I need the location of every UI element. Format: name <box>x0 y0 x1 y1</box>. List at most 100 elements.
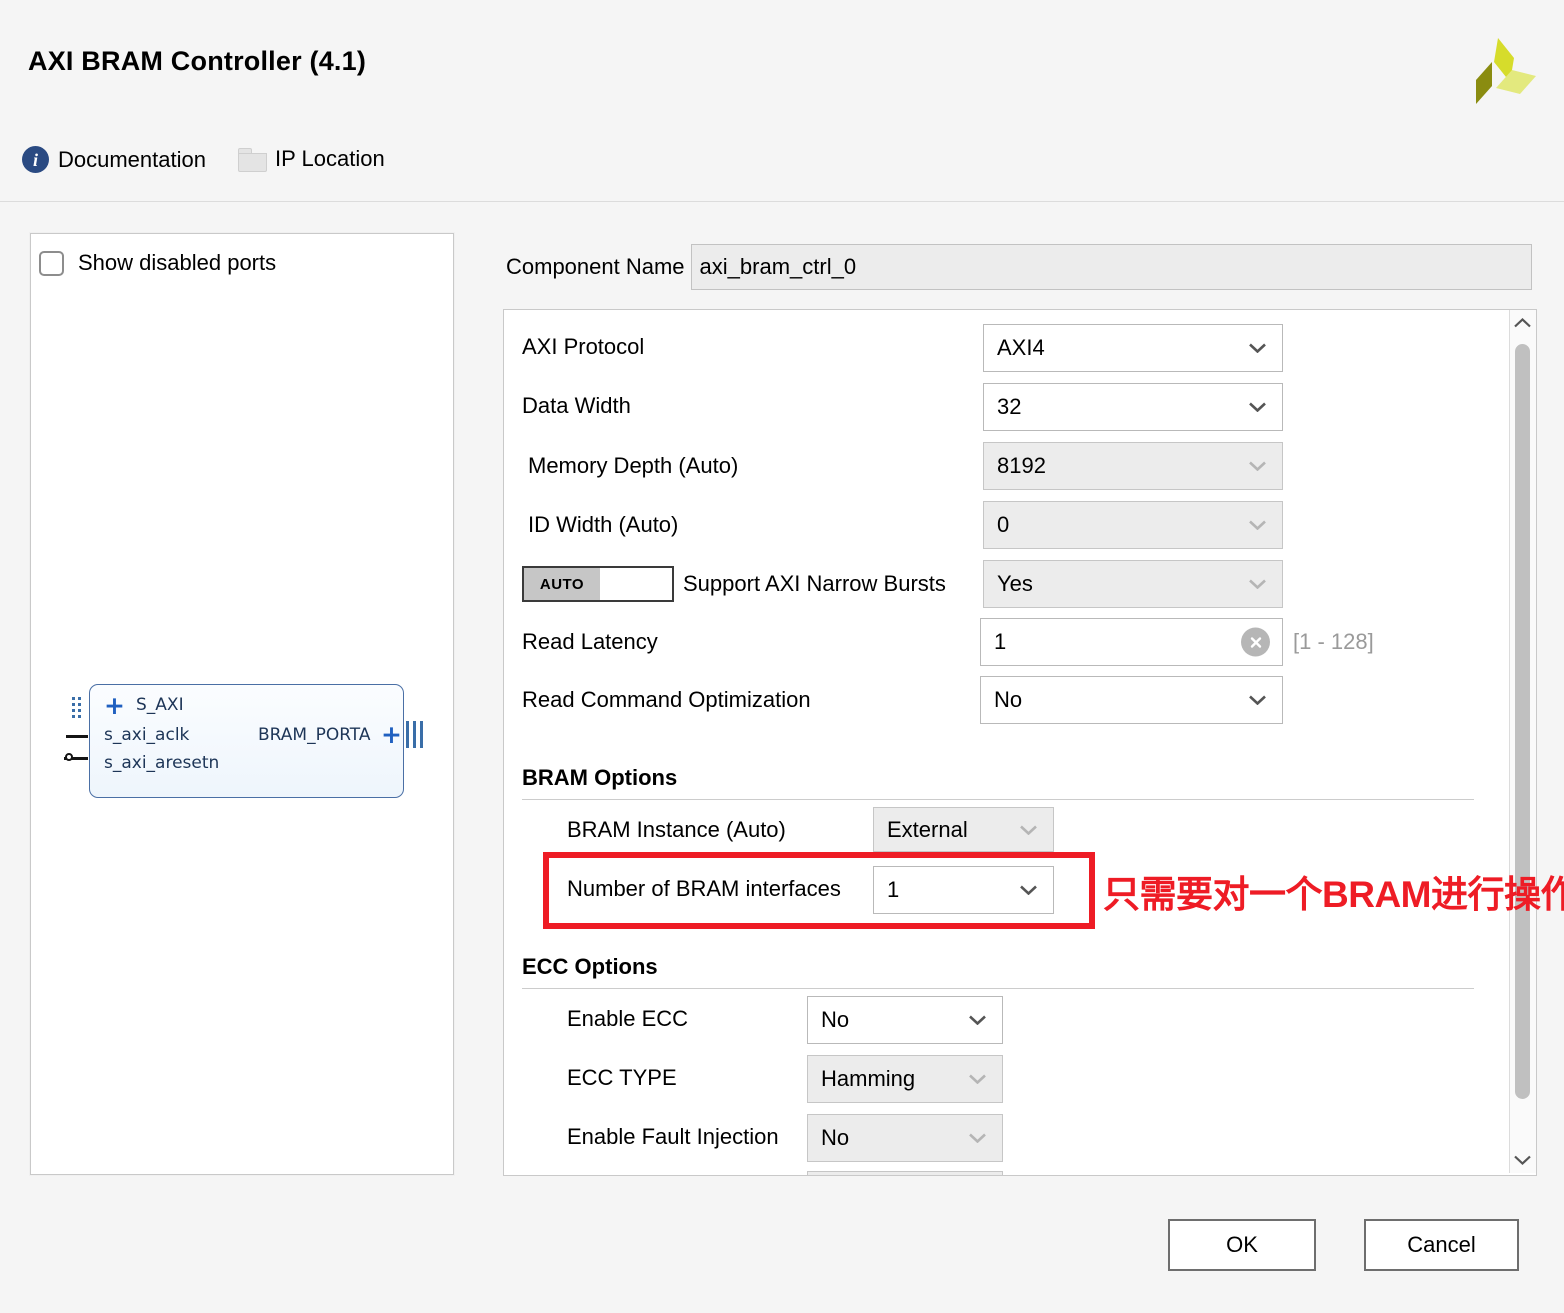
chevron-down-icon <box>1020 825 1037 835</box>
field-row-enable-fault-injection: Enable Fault Injection <box>567 1124 779 1150</box>
folder-icon <box>238 147 267 172</box>
expand-s-axi-icon[interactable]: + <box>104 693 125 718</box>
chevron-down-icon <box>969 1015 986 1025</box>
toolbar-links: i Documentation IP Location <box>0 126 1564 202</box>
show-disabled-ports-checkbox[interactable]: Show disabled ports <box>39 250 276 276</box>
port-label-s-axi-aresetn: s_axi_aresetn <box>104 753 220 773</box>
vertical-scrollbar[interactable] <box>1509 310 1536 1173</box>
section-heading-ecc-options: ECC Options <box>522 954 658 979</box>
component-name-row: Component Name axi_bram_ctrl_0 <box>506 244 1532 290</box>
field-row-id-width: ID Width (Auto) <box>528 512 678 538</box>
dropdown-enable-fault-injection: No <box>807 1114 1003 1162</box>
scrollbar-thumb[interactable] <box>1515 344 1530 1099</box>
component-name-label: Component Name <box>506 254 685 279</box>
dropdown-read-command-optimization[interactable]: No <box>980 676 1283 724</box>
ip-block-symbol: + S_AXI s_axi_aclk s_axi_aresetn BRAM_PO… <box>64 684 423 798</box>
input-read-latency-value: 1 <box>994 629 1007 654</box>
field-row-enable-ecc: Enable ECC <box>567 1006 688 1032</box>
label-ecc-type: ECC TYPE <box>567 1065 677 1090</box>
documentation-link[interactable]: i Documentation <box>22 146 206 173</box>
annotation-text: 只需要对一个BRAM进行操作 <box>1103 874 1564 915</box>
ip-location-link-label: IP Location <box>275 146 385 171</box>
dropdown-read-cmd-opt-value: No <box>994 687 1023 712</box>
read-latency-range-hint: [1 - 128] <box>1293 629 1374 654</box>
dropdown-memory-depth: 8192 <box>983 442 1283 490</box>
dropdown-number-of-bram-interfaces[interactable]: 1 <box>873 866 1054 914</box>
dropdown-enable-ecc[interactable]: No <box>807 996 1003 1044</box>
field-row-narrow-bursts: Support AXI Narrow Bursts <box>683 571 946 597</box>
bus-connector-bars-icon <box>406 721 426 748</box>
chevron-down-icon <box>1249 695 1266 705</box>
field-row-num-bram-interfaces: Number of BRAM interfaces <box>567 876 841 902</box>
port-label-bram-porta: BRAM_PORTA <box>258 725 371 745</box>
dropdown-data-width[interactable]: 32 <box>983 383 1283 431</box>
clear-circle-icon[interactable] <box>1241 627 1270 657</box>
chevron-down-icon <box>1249 579 1266 589</box>
amd-xilinx-pinwheel-logo <box>1476 38 1536 104</box>
dropdown-data-width-value: 32 <box>997 394 1022 419</box>
field-row-ecc-type: ECC TYPE <box>567 1065 677 1091</box>
section-divider-ecc <box>522 988 1474 989</box>
dropdown-bram-instance: External <box>873 807 1054 852</box>
field-row-read-cmd-opt: Read Command Optimization <box>522 687 811 713</box>
dropdown-ecc-type-value: Hamming <box>821 1066 916 1091</box>
expand-bram-porta-icon[interactable]: + <box>381 722 402 747</box>
dropdown-enable-ecc-value: No <box>821 1007 850 1032</box>
dropdown-clipped-next-field <box>807 1171 1003 1175</box>
dropdown-memory-depth-value: 8192 <box>997 453 1046 478</box>
chevron-down-icon <box>1249 461 1266 471</box>
label-id-width: ID Width (Auto) <box>528 512 679 537</box>
ports-preview-panel: Show disabled ports + S_AXI s_axi_aclk s… <box>30 233 454 1175</box>
port-label-s-axi-aclk: s_axi_aclk <box>104 725 190 745</box>
label-support-axi-narrow-bursts: Support AXI Narrow Bursts <box>683 571 946 596</box>
configuration-scroll-panel: AXI Protocol AXI4 Data Width 32 Memory D… <box>503 309 1537 1176</box>
chevron-down-icon <box>1249 520 1266 530</box>
configuration-fields: AXI Protocol AXI4 Data Width 32 Memory D… <box>504 310 1510 1175</box>
label-axi-protocol: AXI Protocol <box>522 334 645 359</box>
chevron-down-icon <box>969 1074 986 1084</box>
scroll-down-button[interactable] <box>1510 1147 1535 1173</box>
dropdown-bram-instance-value: External <box>887 816 968 842</box>
documentation-link-label: Documentation <box>58 146 206 172</box>
scroll-up-button[interactable] <box>1510 310 1535 336</box>
field-row-read-latency: Read Latency <box>522 629 658 655</box>
field-row-data-width: Data Width <box>522 393 631 419</box>
component-name-input[interactable]: axi_bram_ctrl_0 <box>690 244 1532 290</box>
port-label-s-axi: S_AXI <box>136 695 184 715</box>
field-row-bram-instance: BRAM Instance (Auto) <box>567 817 786 843</box>
ip-location-link[interactable]: IP Location <box>238 146 385 172</box>
auto-toggle-label: AUTO <box>524 568 600 600</box>
dropdown-num-bram-interfaces-value: 1 <box>887 877 900 902</box>
chevron-down-icon <box>1020 885 1037 895</box>
dropdown-narrow-bursts-value: Yes <box>997 571 1033 596</box>
info-circle-icon: i <box>22 146 49 173</box>
dropdown-enable-fault-injection-value: No <box>821 1125 850 1150</box>
ok-button[interactable]: OK <box>1168 1219 1316 1271</box>
dropdown-axi-protocol[interactable]: AXI4 <box>983 324 1283 372</box>
label-memory-depth: Memory Depth (Auto) <box>528 453 739 478</box>
dropdown-axi-protocol-value: AXI4 <box>997 335 1045 360</box>
label-read-latency: Read Latency <box>522 629 658 654</box>
label-number-of-bram-interfaces: Number of BRAM interfaces <box>567 876 841 901</box>
chevron-down-icon <box>969 1133 986 1143</box>
bus-connector-dots-icon <box>72 697 82 718</box>
dropdown-id-width: 0 <box>983 501 1283 549</box>
chevron-down-icon <box>1249 343 1266 353</box>
dialog-titlebar: AXI BRAM Controller (4.1) <box>0 0 1564 126</box>
dropdown-ecc-type: Hamming <box>807 1055 1003 1103</box>
label-data-width: Data Width <box>522 393 631 418</box>
pin-connector-aclk-icon <box>66 735 88 738</box>
checkbox-box <box>39 250 64 276</box>
dropdown-id-width-value: 0 <box>997 512 1010 537</box>
show-disabled-ports-label: Show disabled ports <box>78 250 277 275</box>
chevron-down-icon <box>1249 402 1266 412</box>
label-enable-fault-injection: Enable Fault Injection <box>567 1124 779 1149</box>
section-heading-bram-options: BRAM Options <box>522 765 678 790</box>
field-row-axi-protocol: AXI Protocol <box>522 334 644 360</box>
dropdown-support-axi-narrow-bursts: Yes <box>983 560 1283 608</box>
label-read-command-optimization: Read Command Optimization <box>522 687 811 712</box>
label-bram-instance: BRAM Instance (Auto) <box>567 817 786 842</box>
cancel-button[interactable]: Cancel <box>1364 1219 1519 1271</box>
auto-toggle-narrow-bursts[interactable]: AUTO <box>522 566 674 602</box>
input-read-latency[interactable]: 1 <box>980 618 1283 666</box>
